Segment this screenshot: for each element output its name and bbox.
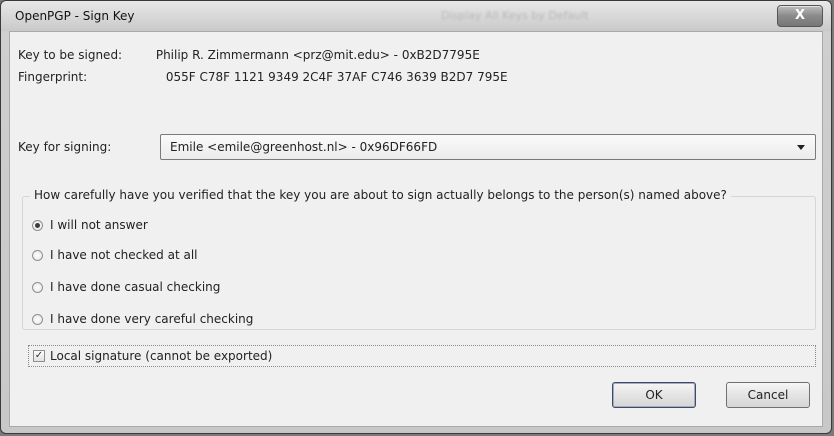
local-signature-option[interactable]: ✓ Local signature (cannot be exported) bbox=[28, 345, 816, 367]
radio-not-checked[interactable]: I have not checked at all bbox=[32, 248, 198, 262]
cancel-button[interactable]: Cancel bbox=[726, 382, 810, 408]
chevron-down-icon bbox=[797, 145, 805, 150]
close-button[interactable]: X bbox=[777, 5, 823, 27]
dialog-window: OpenPGP - Sign Key Display All Keys by D… bbox=[0, 0, 832, 434]
radio-button[interactable] bbox=[32, 313, 43, 325]
radio-label: I have not checked at all bbox=[50, 248, 198, 262]
ok-button[interactable]: OK bbox=[612, 382, 696, 408]
radio-will-not-answer[interactable]: I will not answer bbox=[32, 218, 148, 232]
fingerprint-row: Fingerprint: 055F C78F 1121 9349 2C4F 37… bbox=[18, 70, 508, 84]
radio-label: I have done very careful checking bbox=[50, 312, 254, 326]
close-icon: X bbox=[794, 8, 806, 23]
verification-question: How carefully have you verified that the… bbox=[30, 188, 731, 202]
background-window-title: Display All Keys by Default bbox=[441, 9, 589, 22]
radio-button[interactable] bbox=[32, 249, 43, 261]
verification-group bbox=[22, 196, 816, 330]
key-to-be-signed-value: Philip R. Zimmermann <prz@mit.edu> - 0xB… bbox=[155, 48, 480, 62]
local-signature-checkbox[interactable]: ✓ bbox=[33, 350, 45, 362]
key-to-be-signed-row: Key to be signed: Philip R. Zimmermann <… bbox=[18, 48, 480, 62]
signing-key-dropdown[interactable]: Emile <emile@greenhost.nl> - 0x96DF66FD bbox=[160, 134, 816, 160]
radio-casual-checking[interactable]: I have done casual checking bbox=[32, 280, 220, 294]
local-signature-label: Local signature (cannot be exported) bbox=[50, 349, 273, 363]
checkmark-icon: ✓ bbox=[34, 350, 44, 361]
signing-key-selected: Emile <emile@greenhost.nl> - 0x96DF66FD bbox=[170, 140, 438, 154]
radio-label: I have done casual checking bbox=[50, 280, 221, 294]
window-title: OpenPGP - Sign Key bbox=[15, 9, 135, 23]
radio-label: I will not answer bbox=[50, 218, 148, 232]
key-for-signing-label: Key for signing: bbox=[18, 140, 112, 154]
radio-button-checked[interactable] bbox=[32, 219, 43, 231]
fingerprint-label: Fingerprint: bbox=[18, 70, 88, 84]
key-to-be-signed-label: Key to be signed: bbox=[18, 48, 123, 62]
fingerprint-value: 055F C78F 1121 9349 2C4F 37AF C746 3639 … bbox=[165, 70, 508, 84]
radio-careful-checking[interactable]: I have done very careful checking bbox=[32, 312, 253, 326]
title-bar[interactable]: OpenPGP - Sign Key Display All Keys by D… bbox=[1, 1, 831, 31]
dialog-body: Key to be signed: Philip R. Zimmermann <… bbox=[9, 31, 823, 427]
radio-button[interactable] bbox=[32, 281, 43, 293]
